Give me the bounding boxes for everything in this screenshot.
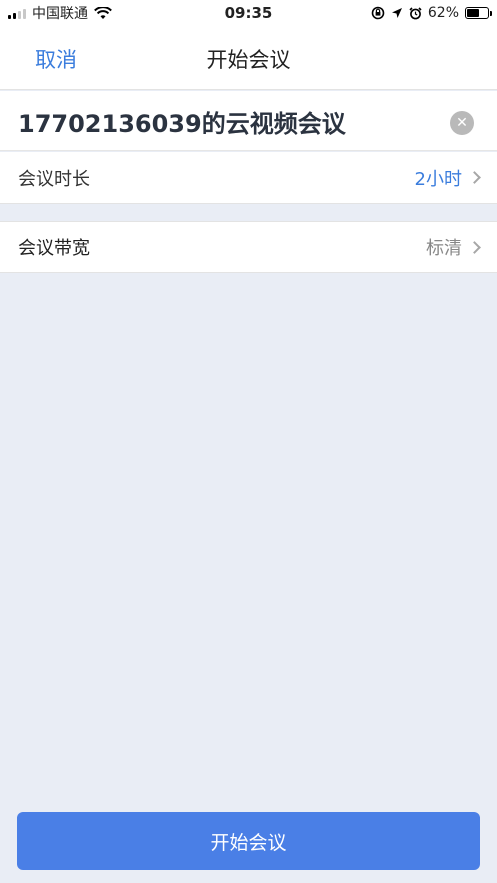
screen-lock-rotation-icon [371, 6, 385, 20]
status-bar: 中国联通 09:35 62% [0, 0, 497, 26]
battery-icon [465, 7, 492, 19]
meeting-bandwidth-label: 会议带宽 [18, 238, 90, 259]
carrier-label: 中国联通 [32, 6, 88, 22]
meeting-duration-value: 2小时 [414, 168, 462, 190]
meeting-bandwidth-value: 标清 [426, 238, 462, 259]
meeting-name-row [0, 91, 497, 151]
signal-bars-icon [8, 8, 26, 19]
status-right: 62% [371, 5, 492, 21]
clear-icon[interactable]: ✕ [450, 111, 474, 135]
chevron-right-icon [468, 240, 481, 254]
nav-bar: 取消 开始会议 [0, 26, 497, 90]
status-time: 09:35 [224, 4, 273, 22]
meeting-name-input[interactable] [18, 103, 438, 139]
alarm-clock-icon [409, 6, 422, 19]
battery-fill [467, 9, 480, 17]
start-meeting-button[interactable]: 开始会议 [17, 812, 480, 870]
status-left: 中国联通 [8, 3, 112, 23]
meeting-duration-value-wrap: 2小时 [414, 165, 481, 191]
location-arrow-icon [391, 8, 402, 18]
wifi-icon [94, 6, 112, 19]
battery-percent: 62% [427, 5, 459, 21]
chevron-right-icon [468, 171, 481, 184]
page-title: 开始会议 [206, 48, 291, 72]
meeting-bandwidth-value-wrap: 标清 [426, 234, 481, 260]
meeting-duration-row[interactable]: 会议时长 2小时 [0, 152, 497, 204]
meeting-bandwidth-row[interactable]: 会议带宽 标清 [0, 221, 497, 273]
meeting-duration-label: 会议时长 [18, 168, 90, 190]
